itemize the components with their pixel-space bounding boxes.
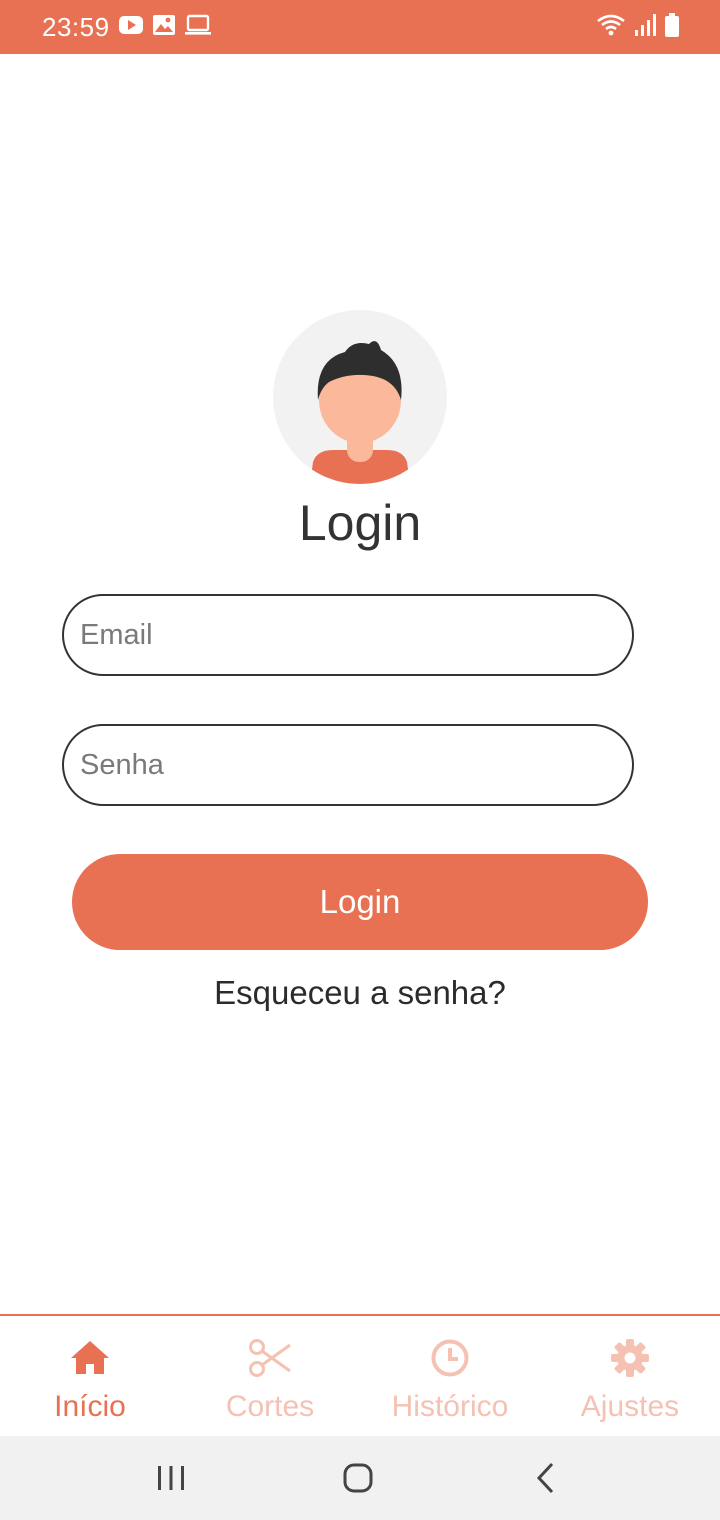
status-bar: 23:59 [0,0,720,54]
home-icon [71,1341,109,1374]
nav-item-inicio[interactable]: Início [0,1316,180,1436]
scissors-icon [249,1339,291,1377]
home-system-icon[interactable] [336,1456,380,1500]
status-time: 23:59 [42,12,110,42]
recent-apps-icon[interactable] [149,1456,193,1500]
wifi-icon [597,14,625,36]
battery-icon [665,13,679,37]
user-avatar-illustration [310,341,410,484]
avatar [273,310,447,484]
gear-icon [611,1339,649,1377]
youtube-icon [119,16,143,34]
signal-icon [635,14,656,36]
page-title: Login [298,495,422,551]
nav-item-cortes[interactable]: Cortes [180,1316,360,1436]
password-field[interactable] [62,724,634,806]
clock-icon [431,1339,469,1377]
back-icon[interactable] [524,1456,568,1500]
login-button[interactable]: Login [72,854,648,950]
nav-item-historico[interactable]: Histórico [360,1316,540,1436]
nav-label-historico: Histórico [391,1390,509,1423]
email-field[interactable] [62,594,634,676]
bottom-navigation: Início Cortes Histórico Ajustes [0,1314,720,1436]
notification-icons [118,14,212,36]
nav-label-inicio: Início [54,1390,126,1423]
nav-label-ajustes: Ajustes [580,1390,680,1423]
system-navigation-bar [0,1436,720,1520]
system-status-icons [596,12,680,38]
forgot-password-link[interactable]: Esqueceu a senha? [0,974,720,1012]
image-icon [153,15,175,35]
laptop-icon [185,14,211,35]
nav-label-cortes: Cortes [225,1390,315,1423]
nav-item-ajustes[interactable]: Ajustes [540,1316,720,1436]
